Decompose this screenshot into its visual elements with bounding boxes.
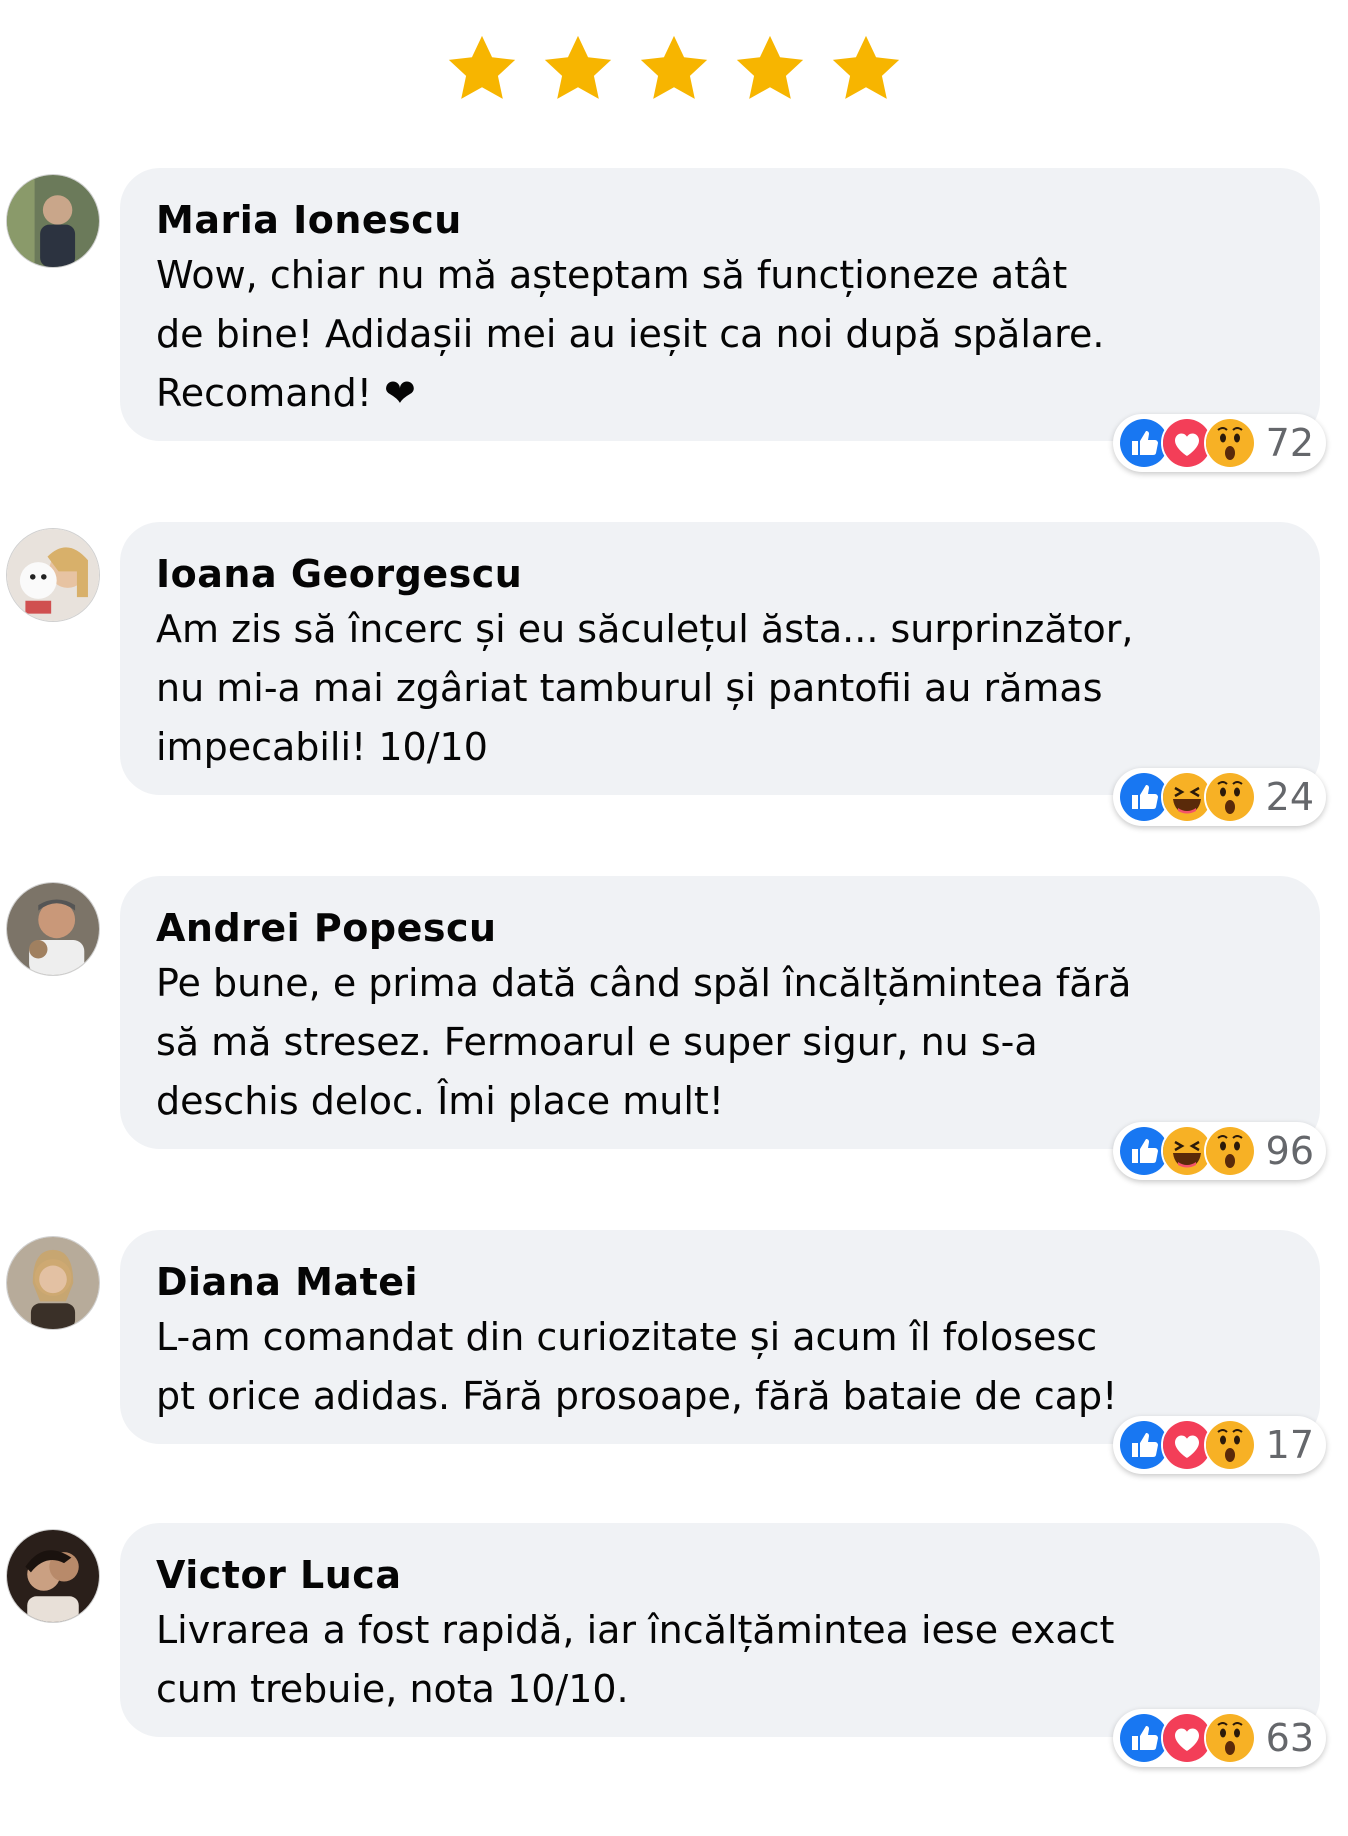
avatar[interactable]: [6, 1529, 100, 1623]
avatar[interactable]: [6, 1236, 100, 1330]
avatar[interactable]: [6, 174, 100, 268]
reaction-count: 63: [1265, 1716, 1314, 1760]
star-icon: [635, 30, 713, 108]
comment-text: L-am comandat din curiozitate și acum îl…: [156, 1315, 1118, 1418]
wow-reaction-icon: [1203, 1419, 1256, 1471]
comment-text: Livrarea a fost rapidă, iar încălțăminte…: [156, 1608, 1115, 1711]
avatar[interactable]: [6, 528, 100, 622]
star-icon: [827, 30, 905, 108]
comment-bubble: Victor Luca Livrarea a fost rapidă, iar …: [120, 1523, 1320, 1737]
reaction-summary[interactable]: 63: [1112, 1709, 1326, 1767]
star-rating: [0, 30, 1348, 108]
comment-text: Pe bune, e prima dată când spăl încălțăm…: [156, 961, 1132, 1123]
reaction-summary[interactable]: 96: [1112, 1122, 1326, 1180]
comment-text: Wow, chiar nu mă așteptam să funcționeze…: [156, 253, 1105, 415]
reaction-count: 72: [1265, 421, 1314, 465]
star-icon: [539, 30, 617, 108]
avatar[interactable]: [6, 882, 100, 976]
comment-bubble: Diana Matei L-am comandat din curiozitat…: [120, 1230, 1320, 1444]
star-icon: [443, 30, 521, 108]
wow-reaction-icon: [1203, 1125, 1256, 1177]
comment-author[interactable]: Ioana Georgescu: [156, 550, 1284, 598]
reaction-count: 24: [1265, 775, 1314, 819]
wow-reaction-icon: [1203, 417, 1256, 469]
reaction-summary[interactable]: 24: [1112, 768, 1326, 826]
wow-reaction-icon: [1203, 771, 1256, 823]
reaction-summary[interactable]: 72: [1112, 414, 1326, 472]
comment-author[interactable]: Diana Matei: [156, 1258, 1284, 1306]
reaction-count: 17: [1265, 1423, 1314, 1467]
comment-author[interactable]: Victor Luca: [156, 1551, 1284, 1599]
wow-reaction-icon: [1203, 1712, 1256, 1764]
reaction-summary[interactable]: 17: [1112, 1416, 1326, 1474]
comment-text: Am zis să încerc și eu săculețul ăsta...…: [156, 607, 1134, 769]
comment-bubble: Maria Ionescu Wow, chiar nu mă așteptam …: [120, 168, 1320, 441]
comment-bubble: Andrei Popescu Pe bune, e prima dată cân…: [120, 876, 1320, 1149]
comment-bubble: Ioana Georgescu Am zis să încerc și eu s…: [120, 522, 1320, 795]
comment-author[interactable]: Andrei Popescu: [156, 904, 1284, 952]
reaction-count: 96: [1265, 1129, 1314, 1173]
comment-author[interactable]: Maria Ionescu: [156, 196, 1284, 244]
star-icon: [731, 30, 809, 108]
